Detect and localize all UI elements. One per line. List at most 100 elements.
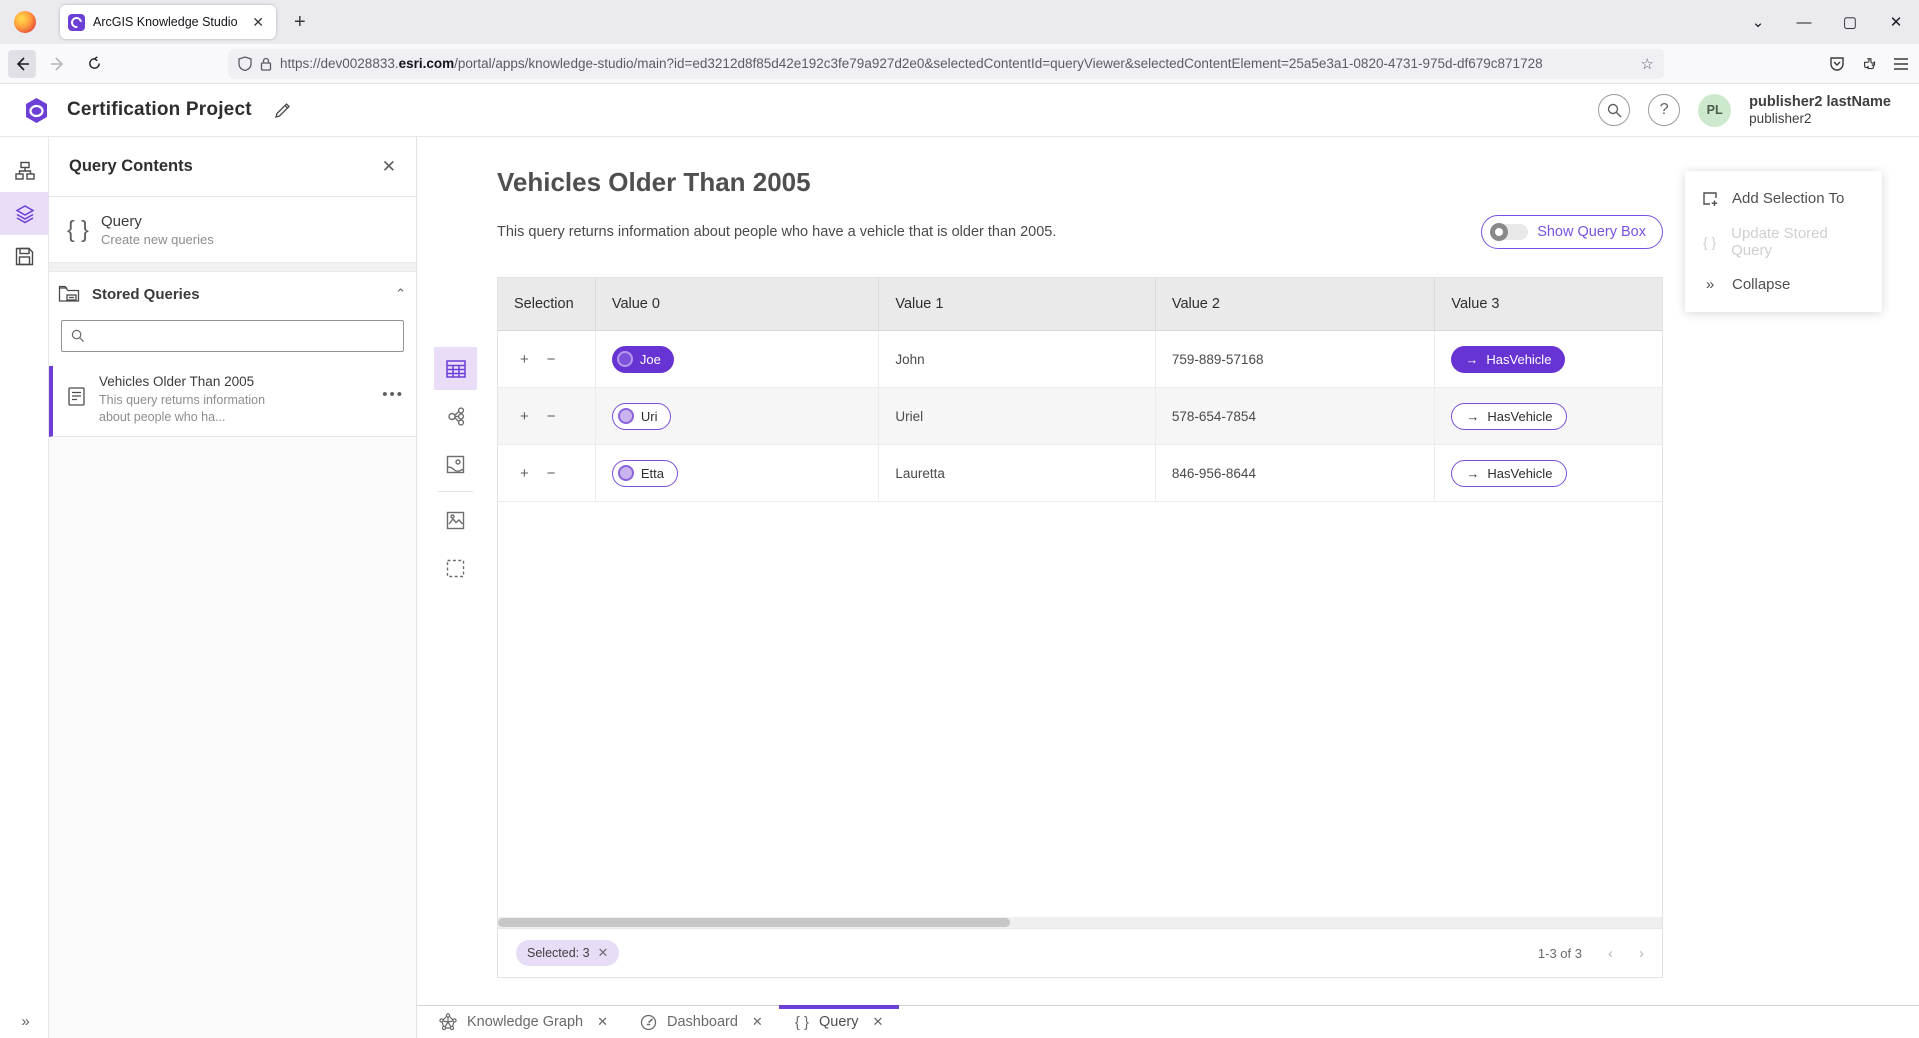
tab-list-chevron-icon[interactable]: ⌄ bbox=[1735, 13, 1781, 31]
tab-dashboard[interactable]: Dashboard ✕ bbox=[624, 1006, 779, 1038]
forward-button[interactable] bbox=[44, 50, 72, 78]
window-maximize-button[interactable]: ▢ bbox=[1827, 13, 1873, 31]
window-minimize-button[interactable]: — bbox=[1781, 14, 1827, 31]
query-viewer-main: Vehicles Older Than 2005 This query retu… bbox=[417, 137, 1919, 1038]
menu-item-update-stored-query[interactable]: { } Update Stored Query bbox=[1685, 220, 1882, 263]
show-query-box-toggle[interactable]: Show Query Box bbox=[1481, 215, 1663, 249]
link-chart-view-button[interactable] bbox=[434, 395, 477, 438]
table-row[interactable]: +− Etta Lauretta 846-956-8644 →HasVehicl… bbox=[498, 445, 1662, 502]
project-hierarchy-button[interactable] bbox=[0, 149, 49, 192]
row-remove-button[interactable]: − bbox=[547, 465, 556, 482]
entity-pill[interactable]: Uri bbox=[612, 403, 672, 430]
relationship-pill[interactable]: →HasVehicle bbox=[1451, 346, 1565, 373]
row-remove-button[interactable]: − bbox=[547, 351, 556, 368]
entity-pill[interactable]: Etta bbox=[612, 460, 678, 487]
relation-arrow-icon: → bbox=[1465, 352, 1478, 367]
item-options-kebab-icon[interactable]: ••• bbox=[382, 374, 404, 426]
selected-count-label: Selected: 3 bbox=[527, 946, 590, 960]
panel-title: Query Contents bbox=[69, 157, 382, 176]
stored-query-item[interactable]: Vehicles Older Than 2005 This query retu… bbox=[49, 366, 416, 437]
search-button[interactable] bbox=[1598, 94, 1630, 126]
expand-rail-chevrons[interactable]: » bbox=[0, 1013, 49, 1030]
scrollbar-thumb[interactable] bbox=[498, 918, 1010, 927]
extensions-puzzle-icon[interactable] bbox=[1861, 56, 1877, 72]
cell-value1: Lauretta bbox=[879, 445, 1156, 501]
collapse-section-chevron-icon[interactable]: ⌃ bbox=[395, 286, 406, 302]
relation-arrow-icon: → bbox=[1466, 409, 1479, 424]
browser-tab[interactable]: ArcGIS Knowledge Studio ✕ bbox=[60, 5, 276, 39]
column-header-value0[interactable]: Value 0 bbox=[596, 278, 880, 330]
next-page-icon[interactable]: › bbox=[1639, 945, 1644, 962]
new-tab-button[interactable]: + bbox=[294, 11, 306, 34]
column-header-value2[interactable]: Value 2 bbox=[1156, 278, 1436, 330]
save-button[interactable] bbox=[0, 235, 49, 278]
back-button[interactable] bbox=[8, 50, 36, 78]
edit-title-pencil-icon[interactable] bbox=[274, 102, 291, 119]
menu-hamburger-icon[interactable] bbox=[1893, 57, 1909, 71]
previous-page-icon[interactable]: ‹ bbox=[1608, 945, 1613, 962]
dashboard-gauge-icon bbox=[640, 1014, 657, 1031]
row-remove-button[interactable]: − bbox=[547, 408, 556, 425]
table-row[interactable]: +− Uri Uriel 578-654-7854 →HasVehicle bbox=[498, 388, 1662, 445]
panel-close-icon[interactable]: ✕ bbox=[382, 157, 396, 177]
stored-queries-header[interactable]: Stored Queries ⌃ bbox=[49, 276, 416, 312]
bookmark-star-icon[interactable]: ☆ bbox=[1641, 55, 1654, 73]
braces-icon: { } bbox=[67, 216, 101, 243]
row-add-button[interactable]: + bbox=[520, 408, 529, 425]
tab-knowledge-graph[interactable]: Knowledge Graph ✕ bbox=[423, 1006, 624, 1038]
relation-arrow-icon: → bbox=[1466, 466, 1479, 481]
clear-selection-icon[interactable]: ✕ bbox=[598, 945, 609, 961]
relationship-pill[interactable]: →HasVehicle bbox=[1451, 403, 1567, 430]
horizontal-scrollbar[interactable] bbox=[498, 917, 1662, 928]
tab-query[interactable]: { } Query ✕ bbox=[779, 1006, 900, 1038]
row-add-button[interactable]: + bbox=[520, 465, 529, 482]
user-identity[interactable]: publisher2 lastName publisher2 bbox=[1749, 93, 1891, 128]
show-query-box-label: Show Query Box bbox=[1537, 224, 1646, 240]
menu-item-collapse[interactable]: » Collapse bbox=[1685, 263, 1882, 306]
close-tab-icon[interactable]: ✕ bbox=[597, 1014, 608, 1030]
help-button[interactable]: ? bbox=[1648, 94, 1680, 126]
column-header-value1[interactable]: Value 1 bbox=[879, 278, 1156, 330]
add-selection-icon bbox=[1701, 191, 1719, 207]
pocket-icon[interactable] bbox=[1829, 56, 1845, 72]
stored-queries-search[interactable] bbox=[61, 320, 404, 352]
lock-icon[interactable] bbox=[260, 57, 272, 71]
search-input[interactable] bbox=[93, 329, 394, 344]
table-empty-area bbox=[498, 502, 1662, 917]
query-contents-panel: Query Contents ✕ { } Query Create new qu… bbox=[49, 137, 417, 1038]
row-add-button[interactable]: + bbox=[520, 351, 529, 368]
user-username: publisher2 bbox=[1749, 111, 1891, 128]
stored-query-doc-icon bbox=[53, 374, 99, 426]
cell-value2: 578-654-7854 bbox=[1156, 388, 1436, 444]
selected-count-chip[interactable]: Selected: 3 ✕ bbox=[516, 940, 619, 966]
relationship-pill[interactable]: →HasVehicle bbox=[1451, 460, 1567, 487]
tracking-shield-icon[interactable] bbox=[238, 56, 252, 71]
reload-button[interactable] bbox=[80, 50, 108, 78]
contents-layers-button[interactable] bbox=[0, 192, 49, 235]
collapse-chevrons-icon: » bbox=[1701, 276, 1719, 293]
table-row[interactable]: +− Joe John 759-889-57168 →HasVehicle bbox=[498, 331, 1662, 388]
address-bar[interactable]: https://dev0028833.esri.com/portal/apps/… bbox=[228, 49, 1664, 79]
arcgis-favicon bbox=[68, 14, 85, 31]
map-view-button[interactable] bbox=[434, 443, 477, 486]
table-view-button[interactable] bbox=[434, 347, 477, 390]
knowledge-graph-icon bbox=[439, 1013, 457, 1031]
entity-pill[interactable]: Joe bbox=[612, 346, 674, 373]
table-header-row: Selection Value 0 Value 1 Value 2 Value … bbox=[498, 278, 1662, 331]
query-result-title: Vehicles Older Than 2005 bbox=[497, 167, 811, 198]
user-avatar[interactable]: PL bbox=[1698, 94, 1731, 127]
browser-tab-title: ArcGIS Knowledge Studio bbox=[93, 15, 248, 29]
browser-toolbar: https://dev0028833.esri.com/portal/apps/… bbox=[0, 44, 1919, 84]
new-query-item[interactable]: { } Query Create new queries bbox=[49, 197, 416, 262]
column-header-selection[interactable]: Selection bbox=[498, 278, 596, 330]
close-tab-icon[interactable]: ✕ bbox=[873, 1014, 884, 1030]
add-to-map-button[interactable] bbox=[434, 499, 477, 542]
window-close-button[interactable]: ✕ bbox=[1873, 13, 1919, 31]
menu-item-add-selection-to[interactable]: Add Selection To bbox=[1685, 177, 1882, 220]
tab-close-icon[interactable]: ✕ bbox=[248, 14, 268, 31]
selection-tool-button[interactable] bbox=[434, 547, 477, 590]
query-result-description: This query returns information about peo… bbox=[497, 224, 1056, 240]
column-header-value3[interactable]: Value 3 bbox=[1435, 278, 1662, 330]
table-footer: Selected: 3 ✕ 1-3 of 3 ‹ › bbox=[498, 928, 1662, 977]
close-tab-icon[interactable]: ✕ bbox=[752, 1014, 763, 1030]
